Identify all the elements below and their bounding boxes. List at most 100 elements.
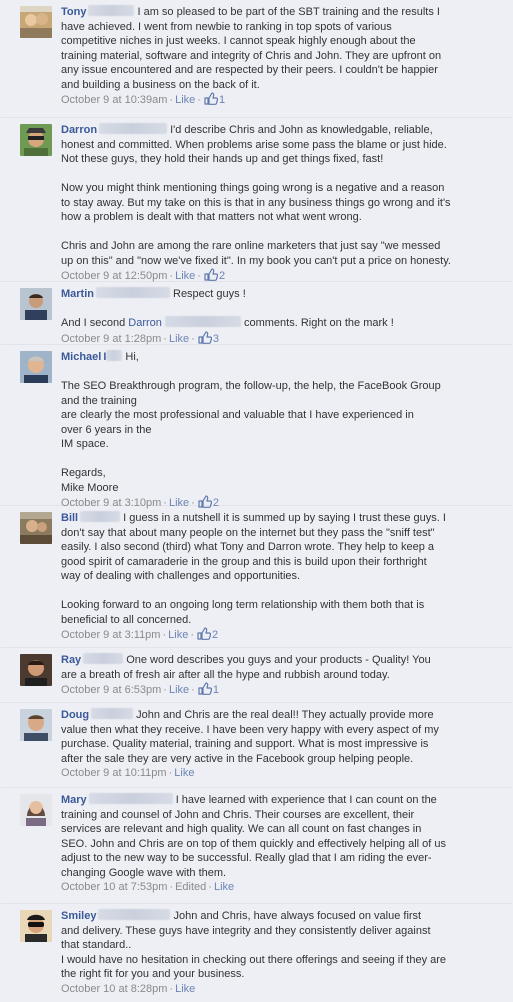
comment-line: SEO. John and Chris are on top of them q… [61, 837, 447, 850]
comment-line: The SEO Breakthrough program, the follow… [61, 380, 441, 392]
comment-line: John and Chris, have always focused on v… [173, 910, 422, 922]
comment-line: changing Google wave with them. [61, 866, 227, 879]
blurred-surname [99, 123, 168, 134]
comment-author[interactable]: Martin [61, 288, 94, 300]
like-count[interactable]: 3 [197, 330, 219, 345]
thumbs-up-icon [197, 627, 212, 645]
like-count[interactable]: 2 [203, 268, 225, 282]
blurred-surname [96, 287, 170, 298]
avatar[interactable] [20, 351, 52, 383]
timestamp[interactable]: October 9 at 10:11pm [61, 767, 167, 779]
blurred-surname [88, 793, 173, 804]
comment-line: One word describes you guys and your pro… [126, 654, 431, 666]
like-link[interactable]: Like [168, 629, 188, 641]
comment-line: way of dealing with challenges and oppor… [61, 570, 301, 582]
avatar[interactable] [20, 288, 52, 320]
comment-line: Respect guys ! [173, 288, 246, 300]
comment-line: honest and committed. When problems aris… [61, 138, 447, 151]
comment-meta: October 10 at 8:28pm · Like [61, 982, 196, 995]
comment-author[interactable]: Smiley [61, 910, 96, 922]
comment-meta: October 9 at 6:53pm · Like · 1 [61, 682, 497, 700]
timestamp[interactable]: October 9 at 10:39am [61, 94, 167, 106]
blurred-surname [98, 909, 171, 920]
like-count[interactable]: 1 [197, 682, 219, 696]
like-link[interactable]: Like [174, 767, 194, 779]
comment-line: competitive niches in just weeks. I cann… [61, 35, 416, 47]
comment-author[interactable]: Tony [61, 6, 86, 18]
timestamp[interactable]: October 9 at 6:53pm [61, 684, 161, 696]
comment-author[interactable]: Darron [61, 124, 97, 136]
comment-item: Darron I'd describe Chris and John as kno… [1, 118, 512, 282]
comment-item: Smiley John and Chris, have always focuse… [1, 904, 512, 1002]
like-link[interactable]: Like [175, 270, 195, 282]
blurred-surname [91, 708, 134, 719]
comment-thread: Tony I am so pleased to be part of the SB… [1, 0, 512, 1002]
comment-item: Ray One word describes you guys and your … [1, 648, 512, 703]
timestamp[interactable]: October 9 at 12:50pm [61, 270, 167, 282]
timestamp[interactable]: October 10 at 7:53pm [61, 881, 167, 893]
blurred-surname [83, 653, 124, 664]
comment-author[interactable]: Bill [61, 512, 78, 524]
comment-author[interactable]: Doug [61, 709, 89, 721]
comment-line: after the sale they are very active in t… [61, 752, 414, 765]
comment-line: I have learned with experience that I ca… [175, 794, 437, 806]
avatar[interactable] [20, 124, 52, 156]
comment-meta: October 10 at 7:53pm · Edited · Like [61, 881, 235, 893]
comment-line: are a breath of fresh air after all the … [61, 668, 390, 681]
like-count[interactable]: 2 [196, 627, 218, 641]
comment-line: and the training [61, 394, 137, 407]
comment-line: I'd describe Chris and John as knowledga… [170, 124, 433, 136]
edited-label[interactable]: Edited [175, 881, 206, 893]
timestamp[interactable]: October 9 at 1:28pm [61, 333, 161, 345]
comment-line: and delivery. These guys have integrity … [61, 924, 431, 937]
thumbs-up-icon [198, 682, 212, 700]
comment-line: Now you might think mentioning things go… [61, 182, 445, 194]
mention-link[interactable]: Darron [128, 317, 162, 329]
like-count[interactable]: 1 [203, 92, 225, 106]
comment-meta: October 9 at 10:39am · Like · 1 [61, 92, 497, 110]
comment-line: And I second [61, 317, 126, 329]
comment-line: I am so pleased to be part of the SBT tr… [137, 6, 440, 18]
comment-line: Looking forward to an ongoing long term … [61, 599, 425, 611]
comment-item: Doug John and Chris are the real deal!! T… [1, 703, 512, 788]
comment-line: to stay away. But my take on this is tha… [61, 196, 451, 209]
like-link[interactable]: Like [175, 94, 195, 106]
avatar[interactable] [20, 6, 52, 38]
comment-line: Mike Moore [61, 481, 119, 494]
blurred-surname [88, 5, 135, 16]
avatar[interactable] [20, 910, 52, 942]
avatar[interactable] [20, 709, 52, 741]
comment-author[interactable]: Mary [61, 794, 87, 806]
timestamp[interactable]: October 9 at 3:11pm [61, 629, 160, 641]
comment-item: Bill I guess in a nutshell it is summed u… [1, 506, 512, 648]
thumbs-up-icon [204, 92, 219, 110]
avatar[interactable] [20, 512, 52, 544]
timestamp[interactable]: October 10 at 8:28pm [61, 983, 167, 995]
comment-item: Mary I have learned with experience that … [1, 788, 512, 904]
comment-meta: October 9 at 10:11pm · Like [61, 767, 195, 779]
comment-line: value then what they receive. I have bee… [61, 723, 439, 736]
comment-line: beneficial to all concerned. [61, 613, 192, 626]
comment-author[interactable]: Michael [61, 351, 101, 363]
like-link[interactable]: Like [169, 684, 189, 696]
comment-line: purchase. Quality material, training and… [61, 738, 429, 750]
like-link[interactable]: Like [175, 983, 195, 995]
comment-line: how a problem is dealt with that matters… [61, 211, 362, 223]
blurred-surname [164, 316, 241, 327]
avatar[interactable] [20, 794, 52, 826]
comment-line: training material, software and integrit… [61, 49, 442, 62]
comment-line: IM space. [61, 438, 109, 450]
comment-line: have achieved. I went from newbie to ran… [61, 20, 392, 33]
comment-line: training and counsel of John and Chris. … [61, 808, 415, 821]
like-link[interactable]: Like [169, 333, 189, 345]
comment-line: John and Chris are the real deal!! They … [136, 709, 434, 721]
comment-line: that standard.. [61, 939, 132, 951]
comment-item: Martin Respect guys ! And I second Darron… [1, 282, 512, 345]
comment-author[interactable]: Ray [61, 654, 81, 666]
comment-line: the right fit for you and your business. [61, 968, 245, 980]
comment-line: Not these guys, they hold their hands up… [61, 153, 384, 165]
comment-line: Chris and John are among the rare online… [61, 240, 441, 252]
avatar[interactable] [20, 654, 52, 686]
like-link[interactable]: Like [214, 881, 234, 893]
comment-item: Tony I am so pleased to be part of the SB… [1, 0, 512, 118]
